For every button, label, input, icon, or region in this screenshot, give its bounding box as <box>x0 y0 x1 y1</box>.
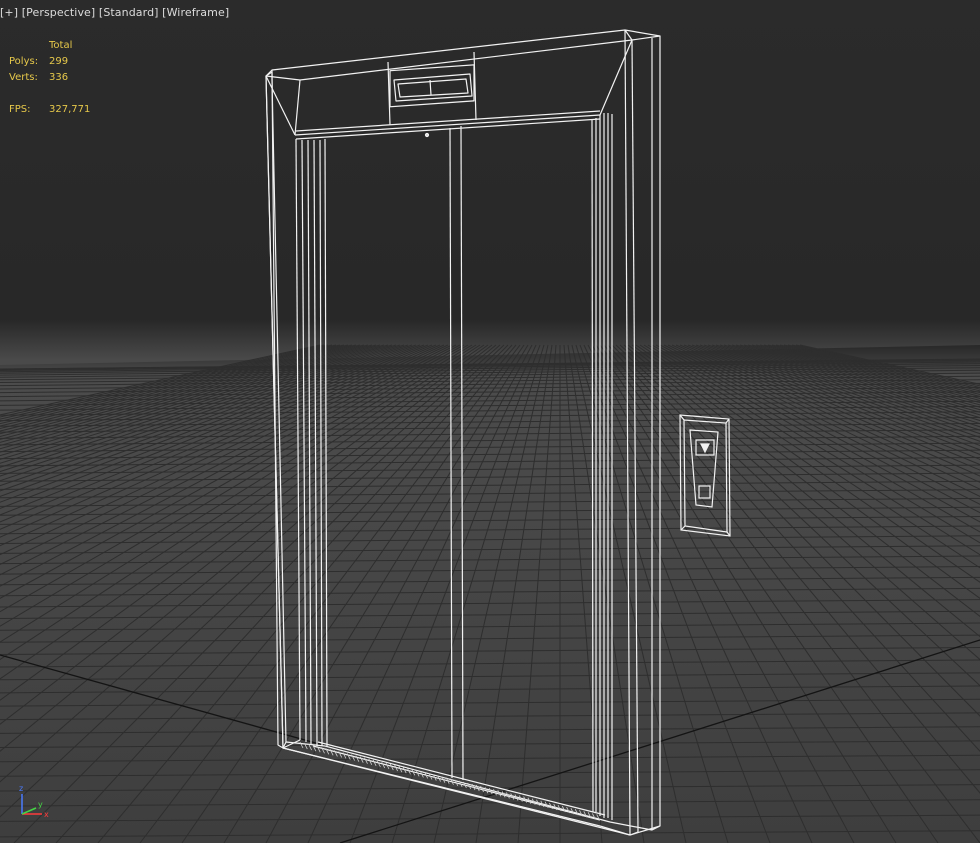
x-axis-label: x <box>44 810 49 819</box>
z-axis-label: z <box>19 784 24 793</box>
frame-header-top <box>265 29 661 81</box>
polys-value: 299 <box>49 56 69 67</box>
y-axis-label: y <box>38 800 43 809</box>
verts-label: Verts: <box>9 72 38 83</box>
viewport-label-menu: [+] [Perspective] [Standard] [Wireframe] <box>0 6 229 19</box>
verts-value: 336 <box>49 72 69 83</box>
stats-verts-row: Verts: 336 <box>9 70 90 86</box>
viewport-shading-standard-menu[interactable]: [Standard] <box>99 6 159 19</box>
stats-polys-row: Polys: 299 <box>9 54 90 70</box>
axis-gizmo: z x y <box>14 782 54 822</box>
perspective-viewport[interactable]: [+] [Perspective] [Standard] [Wireframe]… <box>0 0 980 843</box>
viewport-display-mode-menu[interactable]: [Wireframe] <box>162 6 229 19</box>
fps-label: FPS: <box>9 104 31 115</box>
fps-value: 327,771 <box>49 104 91 115</box>
viewport-pov-menu[interactable]: [Perspective] <box>22 6 96 19</box>
stats-fps-row: FPS: 327,771 <box>9 102 90 118</box>
polys-label: Polys: <box>9 56 39 67</box>
stats-header: Total <box>49 40 73 51</box>
wireframe-scene[interactable] <box>0 0 980 843</box>
statistics-overlay: Total Polys: 299 Verts: 336 FPS: 327,771 <box>9 38 90 118</box>
viewport-plus-menu[interactable]: [+] <box>0 6 18 19</box>
